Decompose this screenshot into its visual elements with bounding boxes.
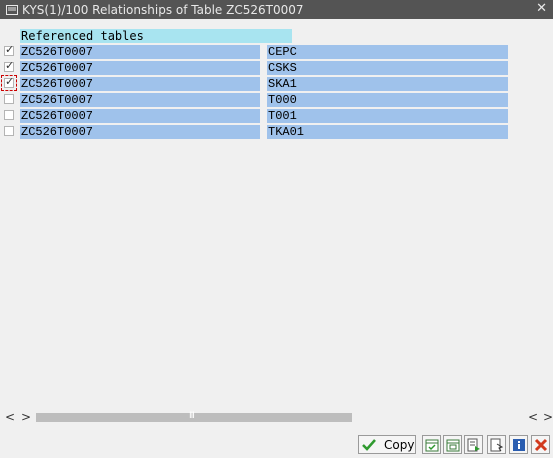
table-cell: ZC526T0007 [20,77,260,91]
info-icon [513,439,525,451]
relationships-panel: Referenced tables ✓ ZC526T0007 CEPC ✓ ZC526T… [0,19,553,409]
table-row[interactable]: ✓ ZC526T0007 CEPC [0,43,553,60]
info-button[interactable] [509,435,528,454]
table-row[interactable]: ZC526T0007 TKA01 [0,125,553,140]
table-row[interactable]: ✓ ZC526T0007 SKA1 [0,75,553,92]
column-scroll-right-icon[interactable]: > [543,410,553,424]
window-title: KYS(1)/100 Relationships of Table ZC526T… [22,2,304,17]
row-checkbox[interactable]: ✓ [1,75,17,91]
checkmark-icon [362,438,376,451]
table-row[interactable]: ZC526T0007 T000 [0,93,553,108]
detail-icon [490,438,504,452]
checkmark-icon: ✓ [5,43,15,56]
table-cell: ZC526T0007 [20,93,260,107]
row-checkbox[interactable] [4,94,14,104]
referenced-table-cell: T001 [267,109,508,123]
detail-button[interactable] [487,435,506,454]
table-cell: ZC526T0007 [20,125,260,139]
deselect-all-icon [446,439,460,452]
row-checkbox[interactable] [4,110,14,120]
title-bar: KYS(1)/100 Relationships of Table ZC526T… [0,0,553,19]
table-row[interactable]: ✓ ZC526T0007 CSKS [0,59,553,76]
select-all-button[interactable] [422,435,441,454]
scroll-right-icon[interactable]: > [21,410,31,424]
copy-button[interactable]: Copy [358,435,416,454]
scroll-track[interactable]: III [36,411,352,422]
checkmark-icon: ✓ [5,75,15,88]
referenced-table-cell: CEPC [267,45,508,59]
copy-label: Copy [384,437,415,452]
window-menu-icon[interactable] [6,4,18,15]
column-scroll-left-icon[interactable]: < [528,410,538,424]
cancel-icon [534,438,548,452]
checkmark-icon: ✓ [5,59,15,72]
dialog-toolbar: Copy [0,435,553,455]
select-block-button[interactable] [464,435,483,454]
table-row[interactable]: ZC526T0007 T001 [0,109,553,124]
table-cell: ZC526T0007 [20,45,260,59]
select-block-icon [467,438,480,452]
scroll-left-icon[interactable]: < [5,410,15,424]
close-icon[interactable]: ✕ [536,1,547,16]
row-checkbox[interactable]: ✓ [4,59,15,72]
referenced-table-cell: TKA01 [267,125,508,139]
select-all-icon [425,439,439,452]
referenced-table-cell: T000 [267,93,508,107]
row-checkbox[interactable]: ✓ [4,43,15,56]
referenced-table-cell: CSKS [267,61,508,75]
scroll-grip[interactable]: III [189,411,195,421]
horizontal-scrollbar[interactable]: < > III < > [0,410,553,424]
cancel-button[interactable] [531,435,550,454]
deselect-all-button[interactable] [443,435,462,454]
referenced-table-cell: SKA1 [267,77,508,91]
row-checkbox[interactable] [4,126,14,136]
table-cell: ZC526T0007 [20,109,260,123]
table-cell: ZC526T0007 [20,61,260,75]
referenced-tables-header: Referenced tables [20,29,292,43]
